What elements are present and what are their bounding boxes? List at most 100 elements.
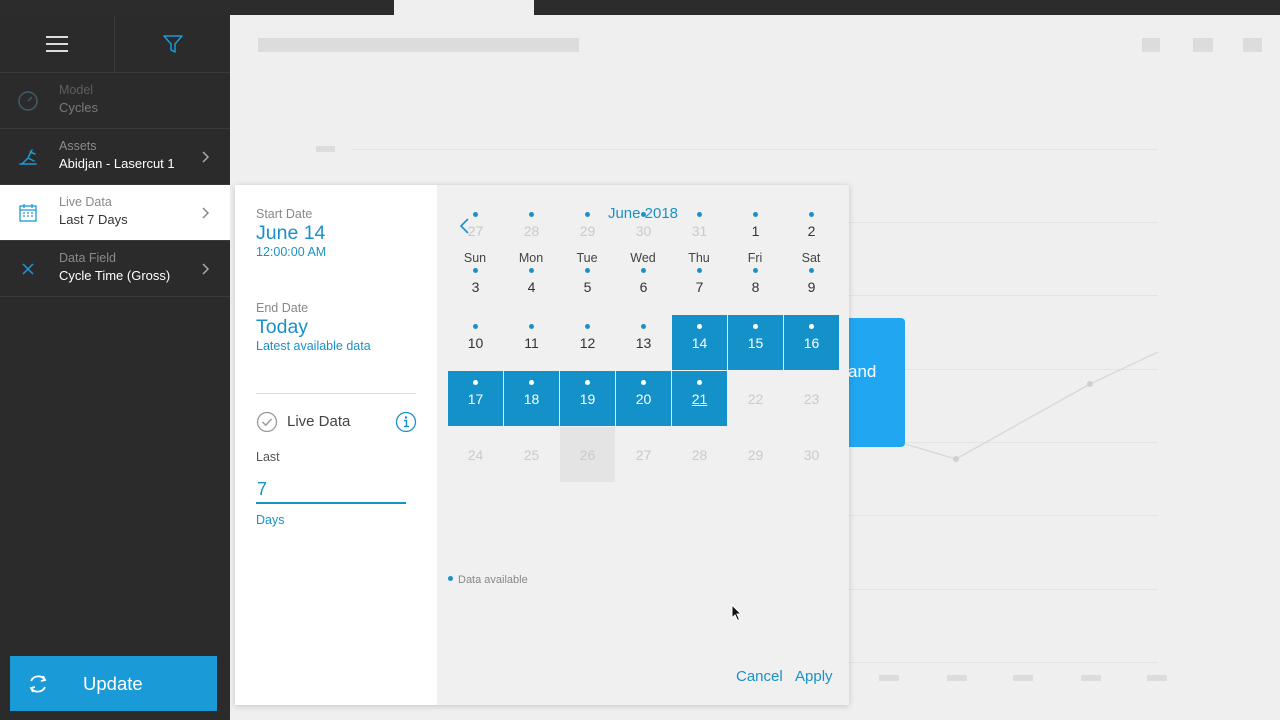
data-available-dot: [753, 268, 758, 273]
calendar-day[interactable]: 11: [504, 315, 559, 370]
calendar-day[interactable]: 20: [616, 371, 671, 426]
calendar-day[interactable]: 31: [672, 203, 727, 258]
calendar-day-number: 8: [751, 279, 760, 295]
calendar-day-number: 10: [467, 335, 484, 351]
calendar-day-number: 11: [524, 335, 539, 351]
calendar-day-number: 29: [579, 223, 596, 239]
calendar-day-number: 30: [803, 447, 820, 463]
calendar-day[interactable]: 30: [784, 427, 839, 482]
legend-label: Data available: [458, 574, 528, 586]
calendar-day[interactable]: 8: [728, 259, 783, 314]
info-icon[interactable]: [395, 411, 417, 438]
calendar-day-number: 23: [803, 391, 820, 407]
calendar-day[interactable]: 19: [560, 371, 615, 426]
data-available-dot: [473, 324, 478, 329]
calendar-day[interactable]: 26: [560, 427, 615, 482]
calendar-day-number: 12: [579, 335, 596, 351]
end-date-value[interactable]: Today: [256, 316, 308, 339]
end-date-label: End Date: [256, 301, 309, 315]
apply-button[interactable]: Apply: [795, 668, 833, 685]
calendar-day[interactable]: 24: [448, 427, 503, 482]
calendar-day-number: 30: [635, 223, 652, 239]
calendar-day[interactable]: 14: [672, 315, 727, 370]
calendar-day[interactable]: 23: [784, 371, 839, 426]
last-days-input[interactable]: [256, 476, 406, 504]
date-summary-panel: Start Date June 14 12:00:00 AM End Date …: [235, 185, 437, 705]
data-dot-icon: [448, 576, 453, 581]
axis-tick: [1013, 675, 1033, 681]
data-available-dot: [809, 324, 814, 329]
axis-tick: [947, 675, 967, 681]
calendar-day[interactable]: 29: [560, 203, 615, 258]
calendar-panel: June 2018 Sun Mon Tue Wed Thu Fri Sat 27 28 29 30…: [437, 185, 849, 705]
calendar-day[interactable]: 22: [728, 371, 783, 426]
calendar-day-number: 31: [691, 223, 708, 239]
data-available-dot: [529, 324, 534, 329]
calendar-day[interactable]: 13: [616, 315, 671, 370]
data-available-dot: [753, 324, 758, 329]
start-date-value[interactable]: June 14: [256, 222, 325, 245]
calendar-day[interactable]: 25: [504, 427, 559, 482]
data-available-dot: [585, 324, 590, 329]
cancel-button[interactable]: Cancel: [736, 668, 783, 685]
calendar-day[interactable]: 21: [672, 371, 727, 426]
calendar-day-number: 28: [523, 223, 540, 239]
calendar-day-number: 15: [747, 335, 764, 351]
calendar-day[interactable]: 17: [448, 371, 503, 426]
data-available-dot: [585, 380, 590, 385]
calendar-day-number: 21: [691, 391, 708, 407]
calendar-day[interactable]: 1: [728, 203, 783, 258]
calendar-day[interactable]: 6: [616, 259, 671, 314]
calendar-day-number: 24: [467, 447, 484, 463]
calendar-day[interactable]: 9: [784, 259, 839, 314]
calendar-day-number: 14: [691, 335, 708, 351]
calendar-day-number: 28: [691, 447, 708, 463]
calendar-day[interactable]: 18: [504, 371, 559, 426]
calendar-day[interactable]: 12: [560, 315, 615, 370]
calendar-day[interactable]: 28: [504, 203, 559, 258]
calendar-day[interactable]: 3: [448, 259, 503, 314]
data-available-dot: [641, 212, 646, 217]
calendar-day[interactable]: 27: [448, 203, 503, 258]
divider: [256, 393, 416, 394]
tooltip-card-text: and: [848, 362, 877, 381]
calendar-day-number: 27: [467, 223, 484, 239]
calendar-day-number: 7: [695, 279, 704, 295]
data-available-dot: [697, 324, 702, 329]
calendar-day[interactable]: 15: [728, 315, 783, 370]
mouse-cursor-icon: [731, 604, 743, 622]
calendar-day-number: 18: [523, 391, 540, 407]
data-available-dot: [753, 212, 758, 217]
data-available-dot: [529, 268, 534, 273]
calendar-day[interactable]: 2: [784, 203, 839, 258]
data-available-dot: [697, 380, 702, 385]
live-data-label: Live Data: [287, 413, 351, 430]
calendar-day-number: 3: [471, 279, 480, 295]
tooltip-card: and: [848, 318, 905, 447]
data-available-dot: [585, 212, 590, 217]
data-available-dot: [641, 268, 646, 273]
calendar-day[interactable]: 28: [672, 427, 727, 482]
calendar-day[interactable]: 27: [616, 427, 671, 482]
data-available-dot: [641, 380, 646, 385]
calendar-day-number: 2: [807, 223, 816, 239]
calendar-day-number: 19: [579, 391, 596, 407]
calendar-day[interactable]: 16: [784, 315, 839, 370]
days-label: Days: [256, 513, 285, 527]
check-circle-icon[interactable]: [256, 411, 278, 438]
calendar-legend: Data available: [448, 574, 528, 586]
calendar-day[interactable]: 5: [560, 259, 615, 314]
calendar-day[interactable]: 30: [616, 203, 671, 258]
calendar-day[interactable]: 4: [504, 259, 559, 314]
calendar-day[interactable]: 29: [728, 427, 783, 482]
start-time-value[interactable]: 12:00:00 AM: [256, 245, 326, 259]
data-available-dot: [809, 212, 814, 217]
data-available-dot: [697, 268, 702, 273]
live-data-toggle[interactable]: Live Data: [256, 411, 417, 433]
calendar-day-number: 1: [751, 223, 760, 239]
calendar-day[interactable]: 7: [672, 259, 727, 314]
calendar-day-number: 6: [639, 279, 648, 295]
data-available-dot: [585, 268, 590, 273]
calendar-day[interactable]: 10: [448, 315, 503, 370]
axis-tick: [1081, 675, 1101, 681]
